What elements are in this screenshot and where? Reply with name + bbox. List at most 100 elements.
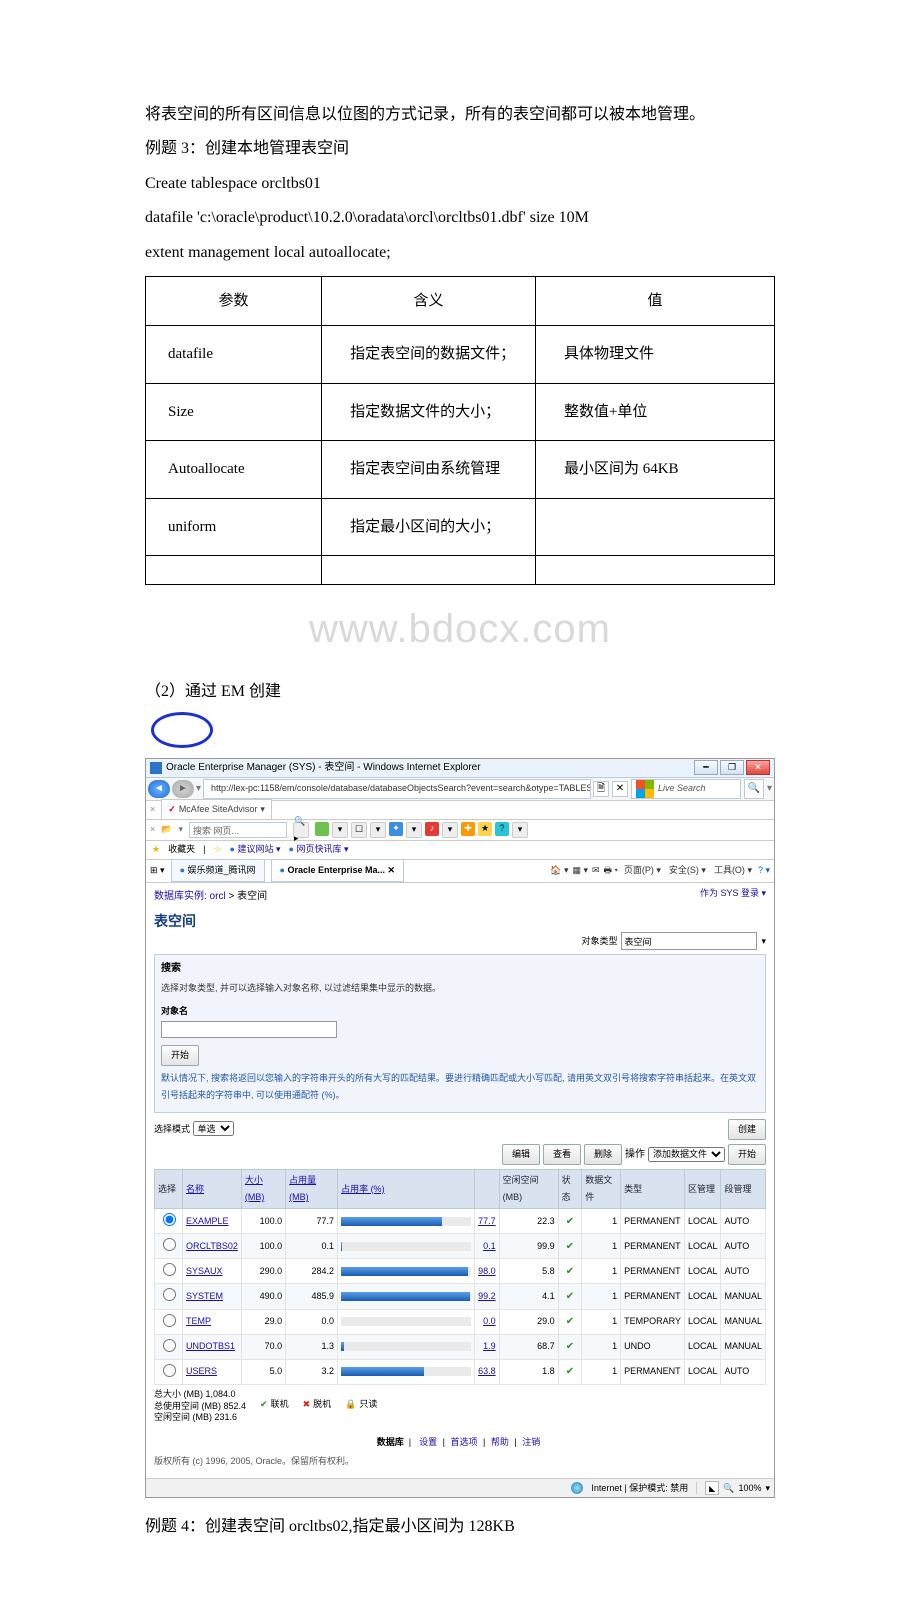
tablespace-link[interactable]: ORCLTBS02 [186,1241,238,1251]
action-select[interactable]: 添加数据文件 [648,1147,725,1162]
titlebar: Oracle Enterprise Manager (SYS) - 表空间 - … [146,759,774,778]
close-button[interactable]: ✕ [746,760,770,775]
row-radio[interactable] [163,1288,176,1301]
obj-type-select[interactable] [621,932,757,950]
grid-header[interactable]: 占用量 (MB) [286,1170,338,1209]
tablespace-link[interactable]: EXAMPLE [186,1216,229,1226]
grid-header[interactable]: 占用率 (%) [338,1170,475,1209]
dropdown-icon[interactable]: ▾ [196,779,201,798]
mini-search[interactable]: 搜索 网页... [189,822,287,838]
grid-header[interactable]: 状态 [558,1170,582,1209]
row-radio[interactable] [163,1339,176,1352]
grid-header[interactable]: 类型 [621,1170,685,1209]
grid-header[interactable]: 数据文件 [582,1170,621,1209]
menu-page[interactable]: 页面(P) ▾ [622,862,663,879]
dropdown-icon[interactable]: ▾ [761,933,766,950]
tool-icon[interactable]: ▾ [370,822,386,838]
tool-icon[interactable] [315,822,329,836]
pct-link[interactable]: 0.0 [478,1313,496,1330]
print-icon[interactable]: 🖶 ▾ [604,862,618,879]
tool-icon[interactable]: ✦ [389,822,403,836]
footer-link[interactable]: 注销 [519,1437,543,1447]
menu-tools[interactable]: 工具(O) ▾ [712,862,754,879]
tool-icon[interactable]: ? [495,822,509,836]
tablespace-link[interactable]: SYSAUX [186,1266,223,1276]
close-bar-icon[interactable]: × [150,801,155,818]
toolbar-icons: ▾ ☐ ▾ ✦ ▾ ♪ ▾ ✚ ★ ? ▾ [315,822,528,838]
zoom-control[interactable]: ◣ 🔍 100% ▾ [705,1480,770,1497]
tool-icon[interactable]: ✚ [461,822,475,836]
tablespace-link[interactable]: TEMP [186,1316,211,1326]
grid-header[interactable] [475,1170,500,1209]
delete-button[interactable]: 删除 [584,1144,622,1165]
tool-icon[interactable]: ▾ [512,822,528,838]
search-box[interactable]: Live Search [631,779,741,799]
search-button[interactable]: 🔍 [744,779,764,799]
grid-header[interactable]: 名称 [183,1170,242,1209]
row-radio[interactable] [163,1213,176,1226]
grid-header[interactable]: 区管理 [684,1170,721,1209]
pct-link[interactable]: 63.8 [478,1363,496,1380]
create-button[interactable]: 创建 [728,1119,766,1140]
row-radio[interactable] [163,1314,176,1327]
pct-link[interactable]: 77.7 [478,1213,496,1230]
objname-input[interactable] [161,1021,337,1038]
go-button[interactable]: 开始 [161,1045,199,1066]
grid-header[interactable]: 空闲空间 (MB) [499,1170,558,1209]
tool-icon[interactable]: ▾ [332,822,348,838]
grid-header[interactable]: 段管理 [721,1170,766,1209]
tab-active[interactable]: ● Oracle Enterprise Ma... ✕ [271,859,405,882]
tool-icon[interactable]: ☐ [351,822,367,838]
menu-security[interactable]: 安全(S) ▾ [667,862,708,879]
pct-link[interactable]: 98.0 [478,1263,496,1280]
footer-link[interactable]: 设置 [416,1437,440,1447]
favorites-icon[interactable]: ★ [152,841,160,858]
toolbar-icon[interactable]: 📂 [161,821,172,838]
feed-icon[interactable]: ▦ ▾ [572,862,588,879]
help-icon[interactable]: ? ▾ [758,862,770,879]
tablespace-link[interactable]: USERS [186,1366,217,1376]
row-radio[interactable] [163,1364,176,1377]
tab-1[interactable]: ● 娱乐频道_腾讯网 [171,859,265,882]
tool-icon[interactable]: ★ [478,822,492,836]
tablespace-link[interactable]: UNDOTBS1 [186,1341,235,1351]
minimize-button[interactable]: ━ [694,760,718,775]
edit-button[interactable]: 编辑 [502,1144,540,1165]
back-button[interactable]: ◄ [148,780,170,798]
maximize-button[interactable]: ❐ [720,760,744,775]
search-go-icon[interactable]: 🔍▸ [293,822,309,838]
action-go-button[interactable]: 开始 [728,1144,766,1165]
footer-link[interactable]: 帮助 [488,1437,512,1447]
tabs-icon[interactable]: ⊞ ▾ [150,862,165,879]
home-icon[interactable]: 🏠 ▾ [550,862,568,879]
th-value: 值 [535,276,774,326]
mail-icon[interactable]: ✉ [592,862,600,879]
close-toolbar-icon[interactable]: × [150,821,155,838]
breadcrumb-link[interactable]: 数据库实例: orcl [154,891,226,902]
tool-icon[interactable]: ▾ [442,822,458,838]
pct-link[interactable]: 1.9 [478,1338,496,1355]
address-bar: ◄ ► ▾ http://lex-pc:1158/em/console/data… [146,778,774,801]
grid-header[interactable]: 大小 (MB) [241,1170,285,1209]
pct-link[interactable]: 0.1 [478,1238,496,1255]
fav-link[interactable]: ● 网页快讯库 ▾ [289,841,349,858]
pct-link[interactable]: 99.2 [478,1288,496,1305]
row-radio[interactable] [163,1263,176,1276]
tablespace-link[interactable]: SYSTEM [186,1291,223,1301]
toolbar-row: × 📂 ▾ 搜索 网页... 🔍▸ ▾ ☐ ▾ ✦ ▾ ♪ ▾ ✚ ★ ? ▾ [146,820,774,841]
search-dropdown-icon[interactable]: ▾ [767,779,772,798]
view-button[interactable]: 查看 [543,1144,581,1165]
url-field[interactable]: http://lex-pc:1158/em/console/database/d… [203,779,591,799]
tool-icon[interactable]: ▾ [406,822,422,838]
tool-icon[interactable]: ♪ [425,822,439,836]
stop-icon[interactable]: ✕ [612,781,628,797]
grid-header[interactable]: 选择 [155,1170,183,1209]
mcafee-button[interactable]: ✓McAfee SiteAdvisor▾ [161,799,272,820]
fav-link[interactable]: ● 建议网站 ▾ [230,841,281,858]
footer-link[interactable]: 首选项 [447,1437,480,1447]
refresh-icon[interactable]: 🗎 [593,781,609,797]
forward-button[interactable]: ► [172,780,194,798]
mode-select[interactable]: 单选 [193,1121,234,1136]
command-bar: 🏠 ▾ ▦ ▾ ✉ 🖶 ▾ 页面(P) ▾ 安全(S) ▾ 工具(O) ▾ ? … [550,862,770,879]
row-radio[interactable] [163,1238,176,1251]
